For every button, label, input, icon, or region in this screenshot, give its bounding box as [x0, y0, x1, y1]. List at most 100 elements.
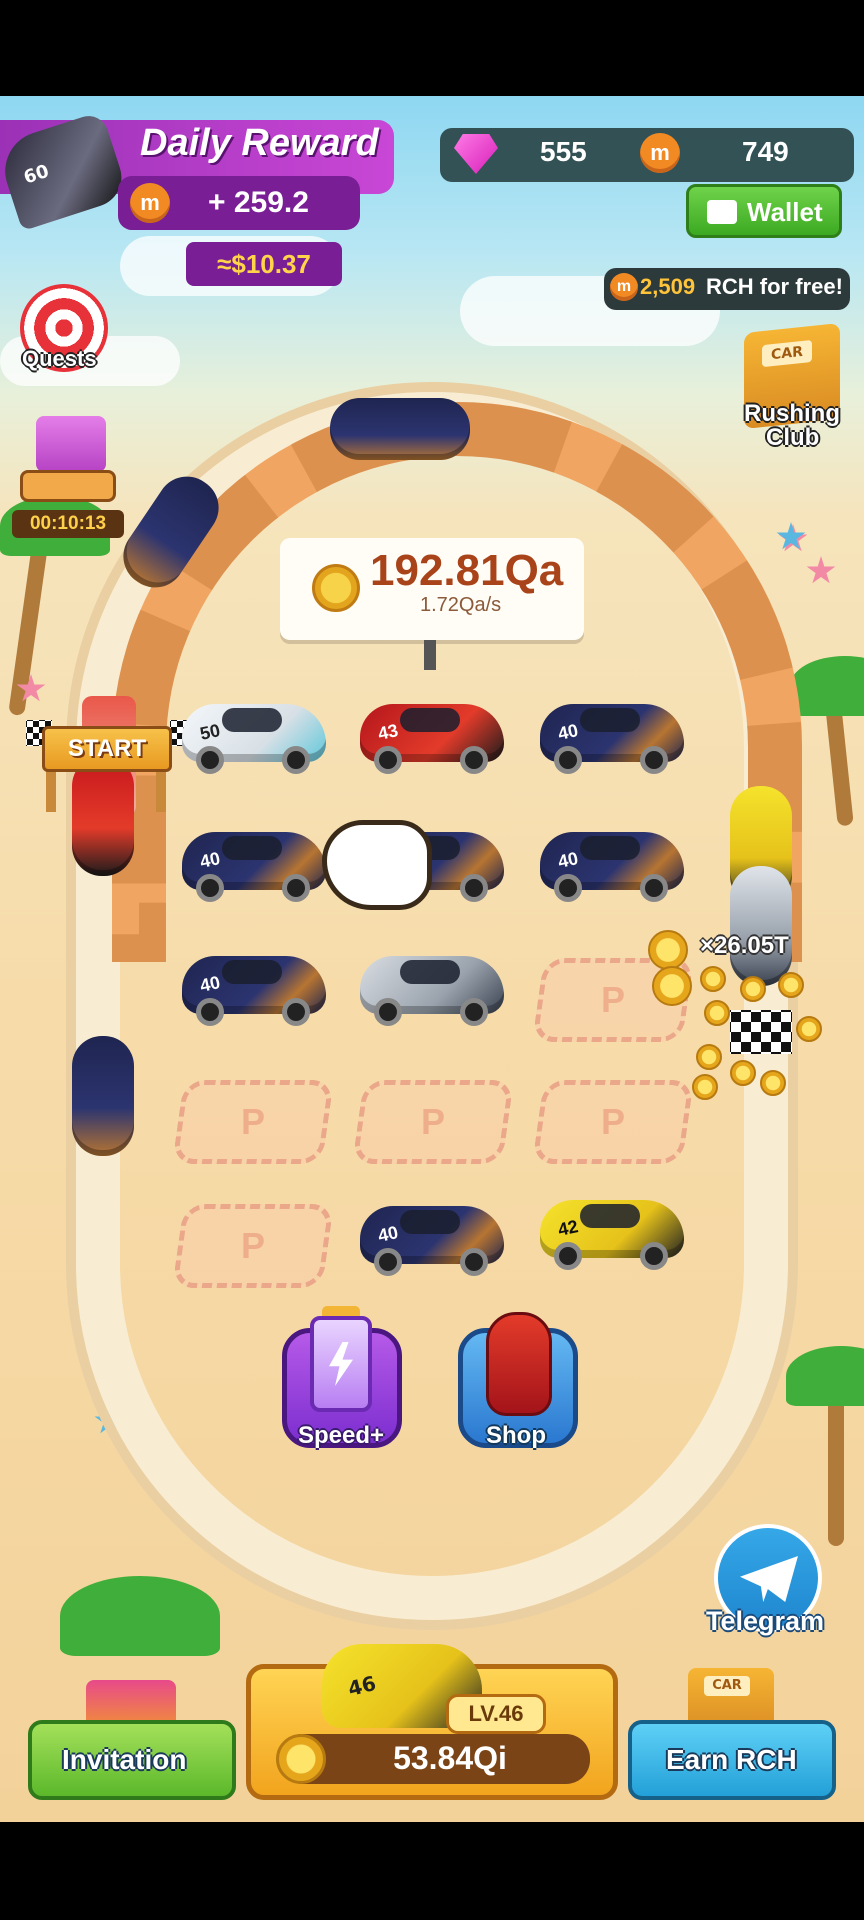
gold-coin-icon [648, 930, 688, 970]
rch-count: 749 [742, 136, 789, 167]
parking-slot[interactable]: P [532, 1080, 694, 1164]
shop-car-icon [486, 1312, 552, 1416]
free-offer-amount: 2,509 [640, 274, 696, 299]
wallet-label: Wallet [747, 197, 823, 227]
daily-reward-usd: ≈$10.37 [186, 242, 342, 286]
slot-letter: P [240, 1225, 265, 1266]
gem-count: 555 [540, 136, 587, 167]
buy-car-level: LV.46 [446, 1694, 546, 1734]
track-car [72, 1036, 134, 1156]
merge-car[interactable]: 40 [534, 690, 690, 782]
merge-car[interactable] [354, 942, 510, 1034]
club-sign: CAR [762, 339, 812, 368]
daily-reward-amount: + 259.2 [208, 186, 309, 219]
car-window [580, 836, 640, 860]
car-window [222, 960, 282, 984]
daily-reward-title: Daily Reward [140, 122, 379, 164]
merge-car[interactable]: 50 [176, 690, 332, 782]
wallet-button[interactable]: Wallet [686, 184, 842, 238]
gold-coin-icon [704, 1000, 730, 1026]
tutorial-hand-icon [322, 820, 432, 910]
gold-coin-icon [312, 564, 360, 612]
car-wheel [460, 998, 488, 1026]
free-rch-offer[interactable]: m 2,509 RCH for free! [604, 268, 850, 310]
navigation-bar-area [0, 1822, 864, 1920]
palm-tree-leaves [786, 1346, 864, 1406]
rch-coin-icon: m [610, 273, 638, 301]
car-wheel [282, 998, 310, 1026]
rushing-club-label-line2: Club [766, 424, 820, 451]
car-wheel [374, 1248, 402, 1276]
gold-coin-icon [760, 1070, 786, 1096]
car-window [400, 1210, 460, 1234]
car-window [400, 960, 460, 984]
rch-coin-icon: m [640, 133, 680, 173]
merge-car[interactable]: 40 [176, 818, 332, 910]
car-wheel [282, 746, 310, 774]
status-bar-area [0, 0, 864, 96]
car-window [222, 836, 282, 860]
wallet-icon [707, 200, 737, 224]
merge-car[interactable]: 43 [354, 690, 510, 782]
track-car [330, 398, 470, 460]
slot-letter: P [240, 1101, 265, 1142]
gold-coin-icon [730, 1060, 756, 1086]
palm-tree-leaves [60, 1576, 220, 1656]
parking-slot[interactable]: P [172, 1080, 334, 1164]
merge-car[interactable]: 40 [354, 1192, 510, 1284]
gold-coin-icon [740, 976, 766, 1002]
speed-boost-label: Speed+ [298, 1422, 385, 1449]
gold-coin-icon [276, 1734, 326, 1784]
start-sign: START [42, 726, 172, 772]
quests-label: Quests [22, 346, 97, 371]
balance-rate: 1.72Qa/s [420, 594, 502, 616]
car-wheel [196, 746, 224, 774]
slot-letter: P [420, 1101, 445, 1142]
merge-car[interactable]: 42 [534, 1186, 690, 1278]
invitation-label: Invitation [62, 1744, 187, 1775]
car-wheel [640, 746, 668, 774]
car-window [222, 708, 282, 732]
car-wheel [554, 874, 582, 902]
car-wheel [196, 998, 224, 1026]
merge-car[interactable]: 40 [176, 942, 332, 1034]
gold-coin-icon [692, 1074, 718, 1100]
car-window [400, 708, 460, 732]
gold-coin-icon [696, 1044, 722, 1070]
gold-coin-icon [700, 966, 726, 992]
earn-rch-label: Earn RCH [666, 1744, 797, 1775]
finish-line-icon [730, 1010, 792, 1054]
balance-total: 192.81Qa [370, 546, 564, 595]
car-wheel [554, 746, 582, 774]
car-wheel [460, 874, 488, 902]
car-wheel [196, 874, 224, 902]
car-wheel [640, 874, 668, 902]
shop-label: Shop [486, 1422, 546, 1449]
gold-coin-icon [652, 966, 692, 1006]
rch-coin-icon: m [130, 183, 170, 223]
car-wheel [374, 746, 402, 774]
car-wheel [460, 1248, 488, 1276]
telegram-label: Telegram [706, 1606, 825, 1636]
car-window [580, 708, 640, 732]
gift-box-icon[interactable] [36, 416, 106, 472]
earn-club-sign: CAR [704, 1676, 750, 1696]
gold-coin-icon [778, 972, 804, 998]
coin-multiplier: ×26.05T [700, 932, 789, 959]
buy-car-price: 53.84Qi [393, 1740, 507, 1776]
start-label: START [67, 735, 147, 762]
gift-box-base [20, 470, 116, 502]
merge-car[interactable]: 40 [534, 818, 690, 910]
buy-car-number: 46 [345, 1670, 379, 1702]
car-number: 60 [21, 160, 52, 189]
palm-tree-leaves [790, 656, 864, 716]
car-wheel [460, 746, 488, 774]
gift-timer: 00:10:13 [12, 510, 124, 538]
parking-slot[interactable]: P [352, 1080, 514, 1164]
board-pole [424, 640, 436, 670]
track-car [72, 756, 134, 876]
starfish [806, 556, 836, 584]
track-car [730, 866, 792, 986]
parking-slot[interactable]: P [172, 1204, 334, 1288]
car-window [580, 1204, 640, 1228]
